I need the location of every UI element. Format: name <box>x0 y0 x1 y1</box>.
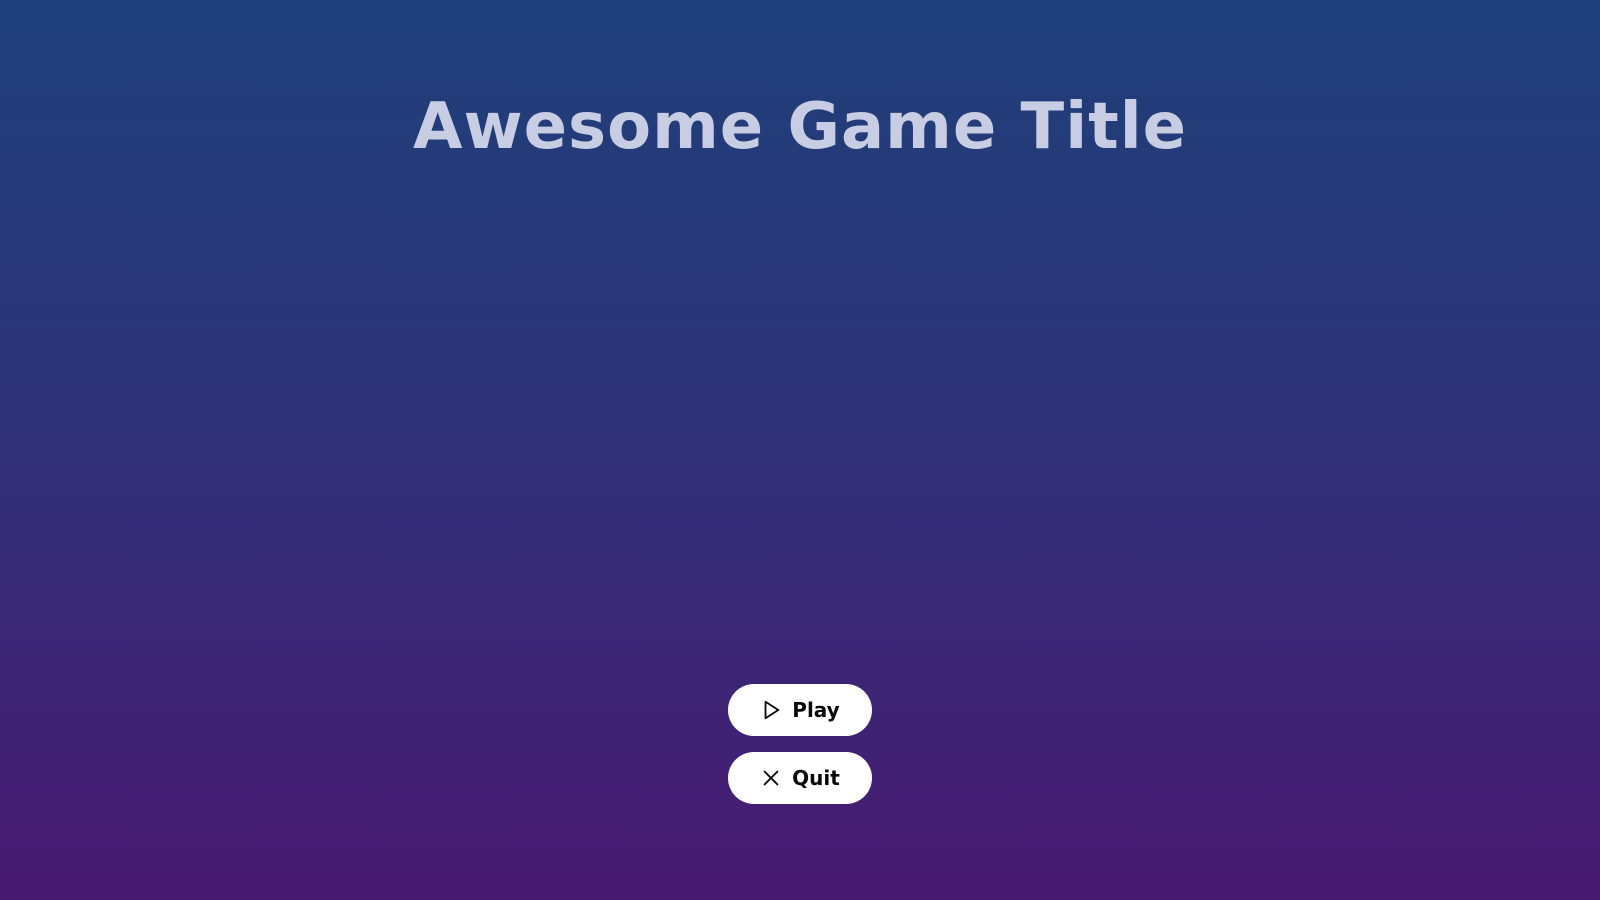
quit-button[interactable]: Quit <box>728 752 872 804</box>
quit-button-label: Quit <box>792 766 840 790</box>
play-button-label: Play <box>792 698 840 722</box>
main-menu: Play Quit <box>728 684 872 804</box>
game-title: Awesome Game Title <box>412 90 1188 164</box>
close-icon <box>760 767 782 789</box>
play-icon <box>760 699 782 721</box>
play-button[interactable]: Play <box>728 684 872 736</box>
